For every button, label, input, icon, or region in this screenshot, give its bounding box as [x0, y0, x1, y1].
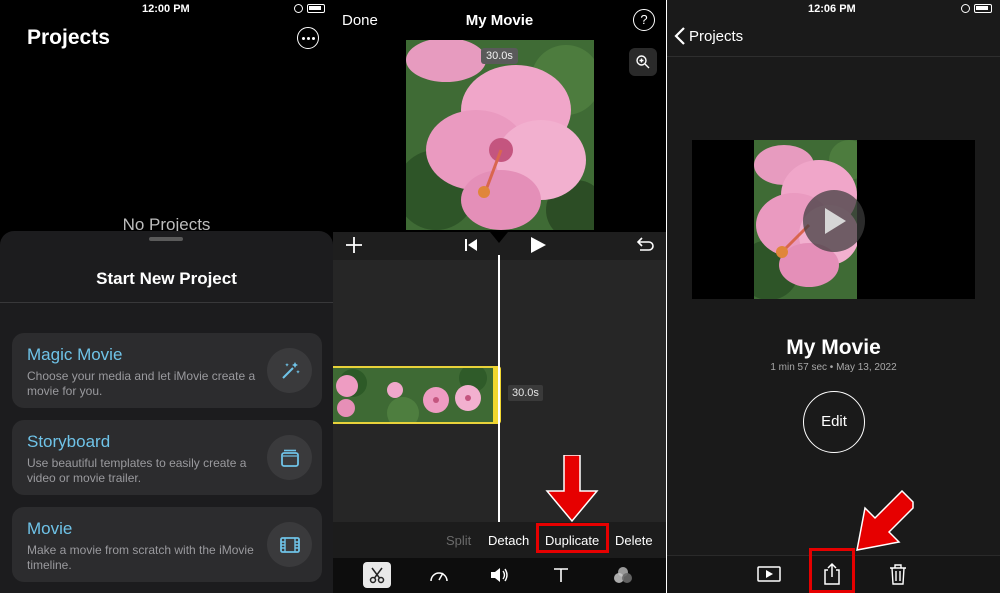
play-icon[interactable] — [528, 235, 548, 260]
projects-screen: 12:00 PM Projects No Projects Start New … — [0, 0, 333, 593]
editor-screen: Done My Movie ? 30.0s 30.0s Split Detach… — [333, 0, 666, 593]
back-button[interactable]: Projects — [674, 27, 743, 45]
video-preview — [406, 40, 594, 230]
storyboard-icon — [267, 435, 312, 480]
chevron-left-icon — [674, 27, 685, 45]
status-time: 12:00 PM — [142, 3, 190, 15]
clip-duration-label: 30.0s — [508, 385, 543, 401]
movie-title: My Movie — [465, 12, 534, 29]
play-icon[interactable] — [803, 190, 865, 252]
text-icon[interactable] — [547, 562, 575, 588]
help-icon[interactable]: ? — [633, 9, 655, 31]
edit-button[interactable]: Edit — [803, 391, 865, 453]
card-title: Movie — [27, 519, 73, 538]
magic-movie-card[interactable]: Magic Movie Choose your media and let iM… — [12, 333, 322, 408]
film-icon — [267, 522, 312, 567]
card-title: Magic Movie — [27, 345, 123, 364]
status-icons — [294, 4, 325, 13]
movie-title: My Movie — [786, 336, 881, 359]
card-description: Choose your media and let iMovie create … — [27, 369, 256, 398]
undo-icon[interactable] — [635, 236, 655, 259]
video-clip[interactable] — [333, 366, 499, 424]
play-icon[interactable] — [756, 562, 782, 586]
sheet-title: Start New Project — [96, 269, 237, 288]
clip-actions-bar: Split Detach Duplicate Delete — [333, 522, 666, 558]
red-arrow-indicator — [545, 455, 599, 523]
delete-button[interactable]: Delete — [615, 533, 653, 548]
divider — [0, 302, 333, 303]
status-time: 12:06 PM — [808, 3, 856, 15]
card-description: Use beautiful templates to easily create… — [27, 456, 247, 485]
skip-back-icon[interactable] — [464, 238, 478, 257]
playhead — [498, 255, 500, 522]
page-title: Projects — [27, 26, 110, 49]
zoom-icon[interactable] — [629, 48, 657, 76]
split-button[interactable]: Split — [446, 533, 471, 548]
movie-meta: 1 min 57 sec • May 13, 2022 — [770, 362, 897, 373]
playhead-marker — [490, 232, 508, 243]
magic-wand-icon — [267, 348, 312, 393]
card-title: Storyboard — [27, 432, 111, 451]
preview-duration-badge: 30.0s — [481, 48, 518, 64]
add-icon[interactable] — [344, 235, 364, 260]
card-description: Make a movie from scratch with the iMovi… — [27, 543, 254, 572]
red-arrow-indicator — [856, 490, 914, 551]
scissors-icon[interactable] — [363, 562, 391, 588]
battery-icon — [307, 4, 325, 13]
storyboard-card[interactable]: Storyboard Use beautiful templates to ea… — [12, 420, 322, 495]
divider — [667, 56, 1000, 57]
back-label: Projects — [689, 27, 744, 45]
project-detail-screen: 12:06 PM Projects My Movie 1 min 57 sec … — [667, 0, 1000, 593]
trash-icon[interactable] — [885, 562, 911, 586]
share-highlight-box — [809, 548, 855, 593]
rotation-lock-icon — [961, 4, 970, 13]
detach-button[interactable]: Detach — [488, 533, 529, 548]
volume-icon[interactable] — [485, 562, 513, 588]
rotation-lock-icon — [294, 4, 303, 13]
status-icons — [961, 4, 992, 13]
edit-tools-bar — [333, 558, 666, 593]
new-project-sheet: Start New Project Magic Movie Choose you… — [0, 231, 333, 593]
filters-icon[interactable] — [609, 562, 637, 588]
duplicate-highlight-box — [536, 523, 609, 553]
ellipsis-circle-icon[interactable] — [297, 27, 319, 49]
movie-card[interactable]: Movie Make a movie from scratch with the… — [12, 507, 322, 582]
battery-icon — [974, 4, 992, 13]
sheet-grabber[interactable] — [149, 237, 183, 241]
speedometer-icon[interactable] — [425, 562, 453, 588]
